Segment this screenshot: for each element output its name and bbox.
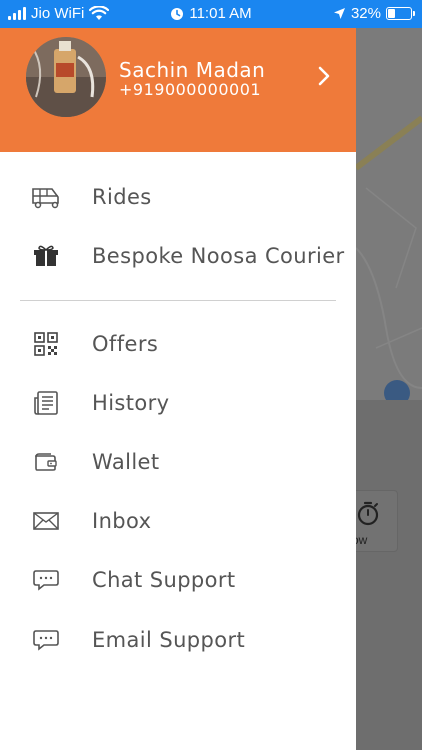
menu-item-inbox[interactable]: Inbox [0,496,356,546]
chevron-right-icon[interactable] [314,64,334,88]
avatar[interactable] [26,37,106,117]
menu-item-wallet[interactable]: Wallet [0,437,356,487]
menu-item-label: Chat Support [92,568,236,592]
menu-item-chat-support[interactable]: Chat Support [0,555,356,605]
map-view [356,28,422,400]
envelope-icon [30,507,62,535]
battery-percent: 32% [350,5,381,22]
stopwatch-icon [357,501,379,526]
menu-item-label: Rides [92,185,152,209]
map-background[interactable] [356,28,422,750]
location-arrow-icon [333,8,345,19]
menu-item-label: Email Support [92,628,246,652]
menu-item-label: Bespoke Noosa Courier [92,244,345,268]
menu-item-label: Inbox [92,509,152,533]
alarm-icon [171,7,184,20]
menu-divider [20,300,336,301]
booking-panel [356,400,422,750]
user-name: Sachin Madan [119,58,266,82]
auto-rickshaw-icon [30,183,62,211]
menu-item-label: Offers [92,332,159,356]
qr-code-icon [30,330,62,358]
menu-item-history[interactable]: History [0,378,356,428]
profile-header[interactable]: Sachin Madan +919000000001 [0,28,356,152]
gift-box-icon [30,242,62,270]
menu-item-email-support[interactable]: Email Support [0,615,356,665]
menu-item-offers[interactable]: Offers [0,319,356,369]
user-phone: +919000000001 [119,80,262,99]
status-bar: Jio WiFi 11:01 AM 32% [0,0,422,28]
wallet-icon [30,448,62,476]
menu-item-label: Wallet [92,450,160,474]
battery-icon [386,7,415,20]
menu-item-rides[interactable]: Rides [0,172,356,222]
navigation-drawer: Sachin Madan +919000000001 Rides Bespoke… [0,28,356,750]
clock-time: 11:01 AM [189,5,252,22]
menu-item-label: History [92,391,170,415]
chat-bubble-icon [30,566,62,594]
chat-bubble-icon [30,626,62,654]
history-list-icon [30,389,62,417]
menu-item-courier[interactable]: Bespoke Noosa Courier [0,231,356,281]
